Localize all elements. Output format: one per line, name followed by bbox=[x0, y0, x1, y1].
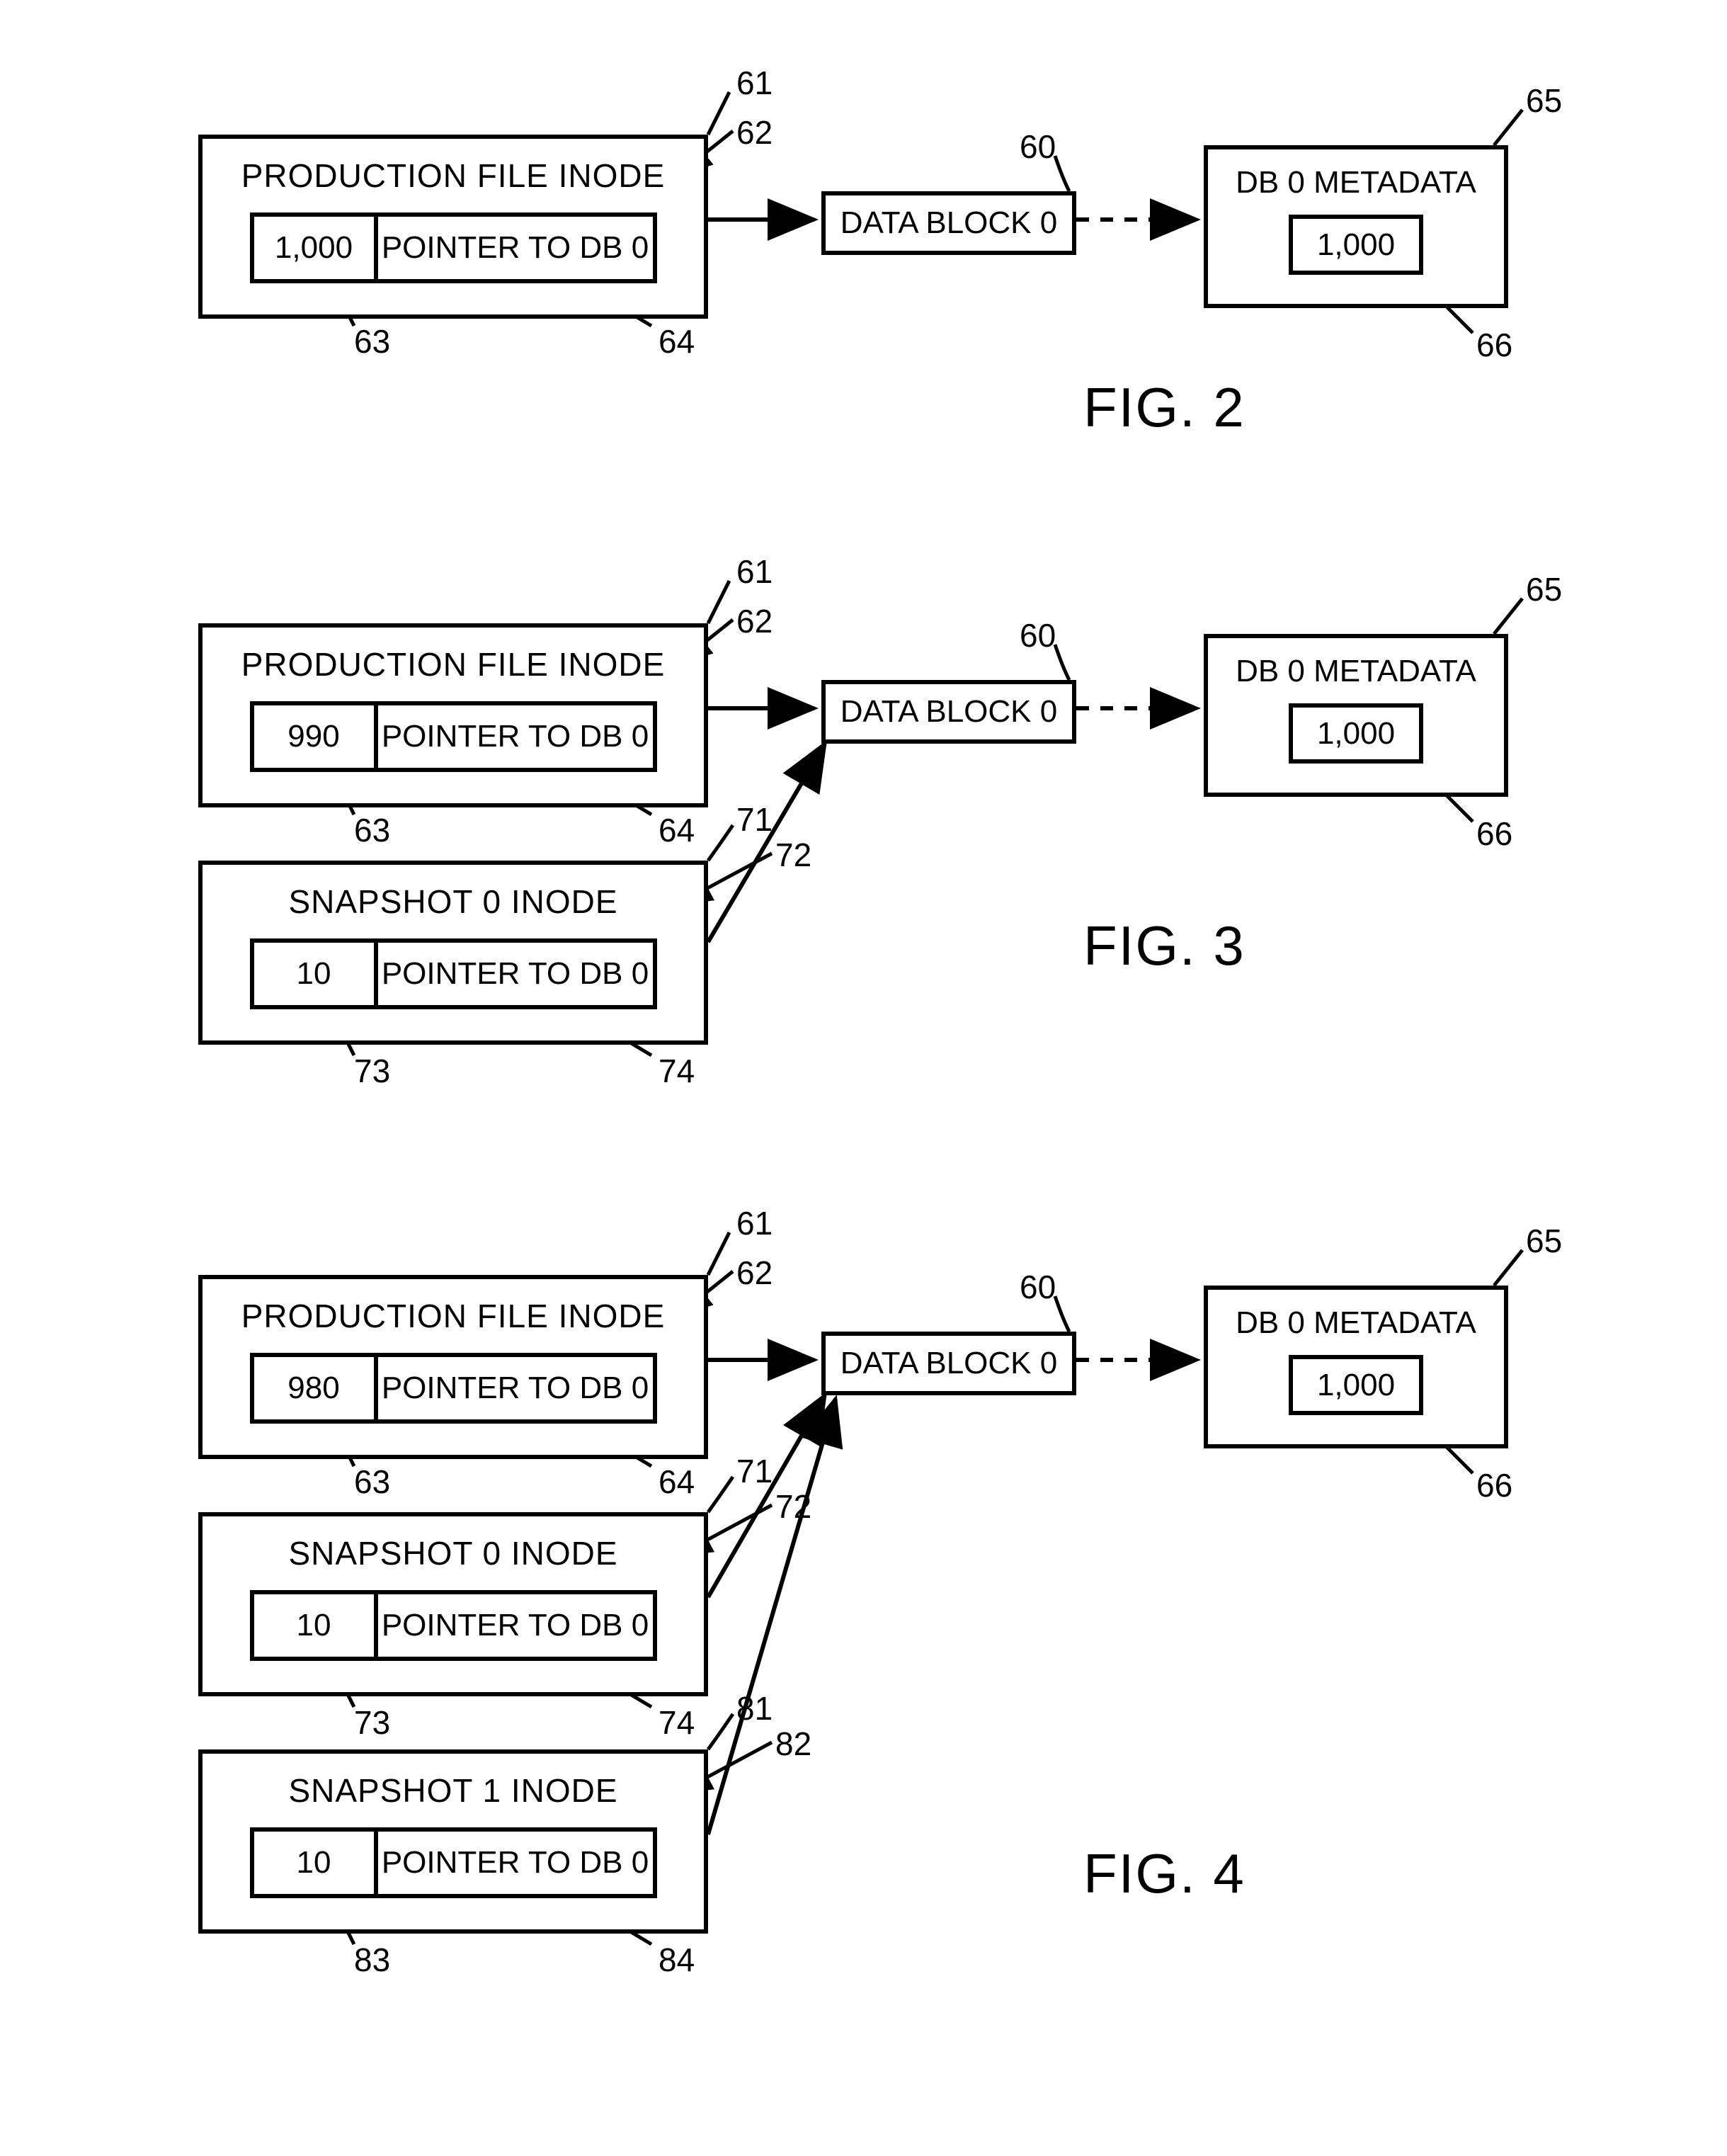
ref-72: 72 bbox=[775, 1487, 811, 1526]
metadata-value: 1,000 bbox=[1289, 215, 1423, 275]
data-block: DATA BLOCK 0 bbox=[821, 1332, 1076, 1395]
snapshot-0-inode: SNAPSHOT 0 INODE 10 POINTER TO DB 0 bbox=[198, 861, 708, 1045]
inode-fields: 10 POINTER TO DB 0 bbox=[203, 938, 704, 1009]
ref-74: 74 bbox=[659, 1703, 695, 1742]
ref-81: 81 bbox=[736, 1689, 773, 1727]
weight-field: 1,000 bbox=[250, 212, 374, 283]
metadata-title: DB 0 METADATA bbox=[1208, 165, 1504, 200]
data-block: DATA BLOCK 0 bbox=[821, 191, 1076, 255]
ref-63: 63 bbox=[354, 1463, 390, 1501]
weight-field: 10 bbox=[250, 938, 374, 1009]
pointer-field: POINTER TO DB 0 bbox=[374, 1827, 657, 1898]
weight-field: 980 bbox=[250, 1353, 374, 1424]
production-file-inode: PRODUCTION FILE INODE 990 POINTER TO DB … bbox=[198, 623, 708, 807]
ref-60: 60 bbox=[1020, 1268, 1056, 1306]
ref-66: 66 bbox=[1476, 1466, 1512, 1504]
ref-61: 61 bbox=[736, 552, 773, 591]
production-file-inode: PRODUCTION FILE INODE 1,000 POINTER TO D… bbox=[198, 135, 708, 319]
snapshot-1-inode: SNAPSHOT 1 INODE 10 POINTER TO DB 0 bbox=[198, 1749, 708, 1934]
metadata-value: 1,000 bbox=[1289, 703, 1423, 764]
snapshot-0-inode: SNAPSHOT 0 INODE 10 POINTER TO DB 0 bbox=[198, 1512, 708, 1696]
pointer-field: POINTER TO DB 0 bbox=[374, 701, 657, 772]
metadata-title: DB 0 METADATA bbox=[1208, 654, 1504, 689]
inode-title: PRODUCTION FILE INODE bbox=[203, 645, 704, 683]
ref-73: 73 bbox=[354, 1052, 390, 1090]
inode-fields: 10 POINTER TO DB 0 bbox=[203, 1590, 704, 1661]
ref-64: 64 bbox=[659, 811, 695, 849]
inode-fields: 10 POINTER TO DB 0 bbox=[203, 1827, 704, 1898]
inode-fields: 980 POINTER TO DB 0 bbox=[203, 1353, 704, 1424]
ref-60: 60 bbox=[1020, 616, 1056, 654]
ref-74: 74 bbox=[659, 1052, 695, 1090]
db-metadata: DB 0 METADATA 1,000 bbox=[1204, 145, 1508, 308]
pointer-field: POINTER TO DB 0 bbox=[374, 1353, 657, 1424]
ref-62: 62 bbox=[736, 602, 773, 640]
pointer-field: POINTER TO DB 0 bbox=[374, 212, 657, 283]
ref-71: 71 bbox=[736, 800, 773, 839]
ref-60: 60 bbox=[1020, 127, 1056, 166]
inode-title: PRODUCTION FILE INODE bbox=[203, 157, 704, 195]
inode-fields: 1,000 POINTER TO DB 0 bbox=[203, 212, 704, 283]
metadata-title: DB 0 METADATA bbox=[1208, 1305, 1504, 1341]
ref-64: 64 bbox=[659, 1463, 695, 1501]
ref-61: 61 bbox=[736, 64, 773, 102]
ref-63: 63 bbox=[354, 811, 390, 849]
metadata-value: 1,000 bbox=[1289, 1355, 1423, 1415]
ref-84: 84 bbox=[659, 1941, 695, 1979]
inode-title: SNAPSHOT 1 INODE bbox=[203, 1771, 704, 1810]
inode-title: PRODUCTION FILE INODE bbox=[203, 1297, 704, 1335]
figure-label: FIG. 4 bbox=[1083, 1842, 1246, 1906]
inode-title: SNAPSHOT 0 INODE bbox=[203, 883, 704, 921]
diagram-canvas: PRODUCTION FILE INODE 1,000 POINTER TO D… bbox=[0, 0, 1727, 2156]
weight-field: 10 bbox=[250, 1827, 374, 1898]
ref-66: 66 bbox=[1476, 815, 1512, 853]
weight-field: 990 bbox=[250, 701, 374, 772]
pointer-field: POINTER TO DB 0 bbox=[374, 1590, 657, 1661]
production-file-inode: PRODUCTION FILE INODE 980 POINTER TO DB … bbox=[198, 1275, 708, 1459]
inode-title: SNAPSHOT 0 INODE bbox=[203, 1534, 704, 1572]
db-metadata: DB 0 METADATA 1,000 bbox=[1204, 634, 1508, 797]
data-block: DATA BLOCK 0 bbox=[821, 680, 1076, 744]
ref-66: 66 bbox=[1476, 326, 1512, 364]
ref-71: 71 bbox=[736, 1452, 773, 1490]
weight-field: 10 bbox=[250, 1590, 374, 1661]
ref-73: 73 bbox=[354, 1703, 390, 1742]
ref-62: 62 bbox=[736, 113, 773, 152]
ref-65: 65 bbox=[1526, 570, 1562, 608]
figure-label: FIG. 2 bbox=[1083, 375, 1246, 440]
ref-83: 83 bbox=[354, 1941, 390, 1979]
ref-65: 65 bbox=[1526, 1222, 1562, 1260]
ref-61: 61 bbox=[736, 1204, 773, 1242]
pointer-field: POINTER TO DB 0 bbox=[374, 938, 657, 1009]
inode-fields: 990 POINTER TO DB 0 bbox=[203, 701, 704, 772]
ref-82: 82 bbox=[775, 1725, 811, 1763]
ref-63: 63 bbox=[354, 322, 390, 361]
ref-64: 64 bbox=[659, 322, 695, 361]
ref-65: 65 bbox=[1526, 81, 1562, 120]
ref-72: 72 bbox=[775, 836, 811, 874]
figure-label: FIG. 3 bbox=[1083, 914, 1246, 978]
ref-62: 62 bbox=[736, 1254, 773, 1292]
db-metadata: DB 0 METADATA 1,000 bbox=[1204, 1286, 1508, 1448]
